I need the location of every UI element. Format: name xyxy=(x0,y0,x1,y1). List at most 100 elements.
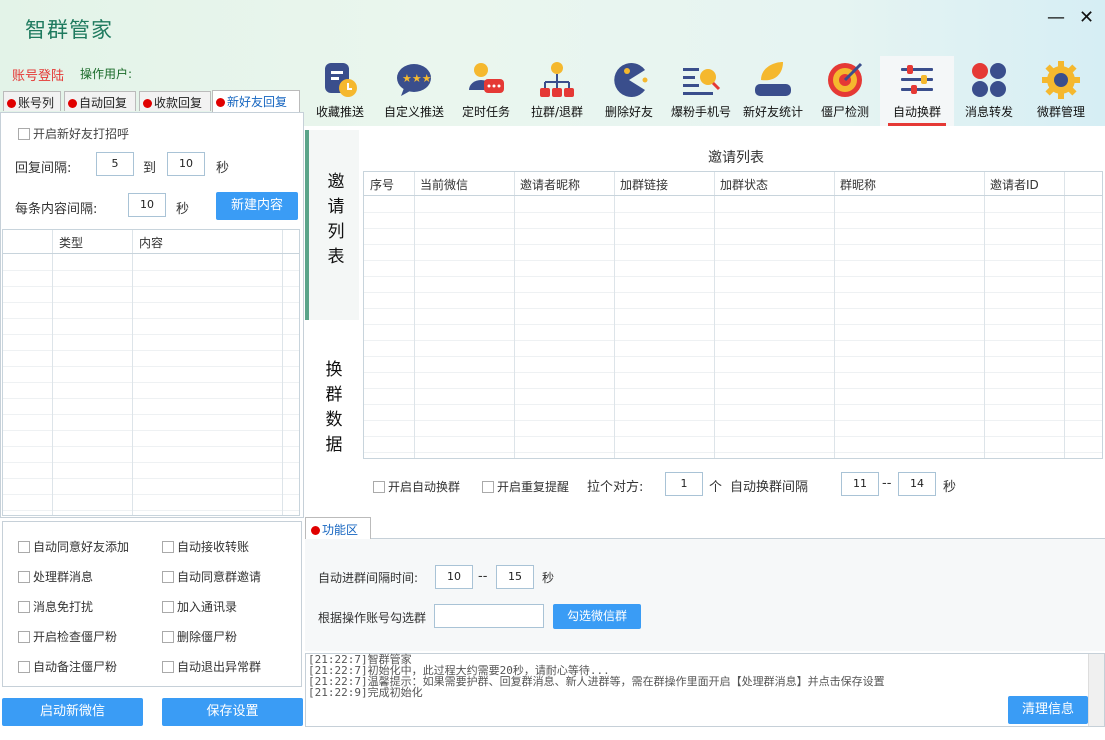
side-label-invite: 邀请列表 xyxy=(323,172,344,272)
nav-button-3[interactable]: 拉群/退群 xyxy=(520,56,594,126)
nav-button-7[interactable]: 僵尸检测 xyxy=(808,56,882,126)
log-line: [21:22:7]温馨提示：如果需要护群、回复群消息、新人进群等，需在群操作里面… xyxy=(308,675,885,688)
switch-interval-min-input[interactable]: 11 xyxy=(841,472,879,496)
switch-interval-label: 自动换群间隔 xyxy=(730,480,809,495)
switch-interval-max-input[interactable]: 14 xyxy=(898,472,936,496)
table-header: 类型 内容 xyxy=(3,230,299,254)
nav-button-1[interactable]: ★★★ 自定义推送 xyxy=(377,56,451,126)
nav-button-5[interactable]: 爆粉手机号 xyxy=(664,56,738,126)
nav-label: 拉群/退群 xyxy=(530,105,584,119)
nav-label: 消息转发 xyxy=(964,105,1013,119)
option-checkbox-2-0[interactable]: 消息免打扰 xyxy=(18,598,93,615)
nav-button-10[interactable]: 微群管理 xyxy=(1024,56,1098,126)
dash-label: -- xyxy=(882,476,892,491)
red-dot-icon xyxy=(143,99,152,108)
log-line: [21:22:9]完成初始化 xyxy=(308,686,423,699)
content-interval-input[interactable]: 10 xyxy=(128,193,166,217)
option-checkbox-1-0[interactable]: 处理群消息 xyxy=(18,568,93,585)
checkbox-label: 自动退出异常群 xyxy=(177,660,262,674)
checkbox-label: 开启自动换群 xyxy=(388,480,461,494)
pacman-icon xyxy=(609,60,649,100)
select-by-account-input[interactable] xyxy=(434,604,544,628)
red-dot-icon xyxy=(68,99,77,108)
content-table: 类型 内容 xyxy=(2,229,300,516)
tab-function-area[interactable]: 功能区 xyxy=(305,517,371,539)
operator-user-label: 操作用户: xyxy=(80,67,133,81)
join-interval-max-input[interactable]: 15 xyxy=(496,565,534,589)
auto-switch-checkbox[interactable]: 开启自动换群 xyxy=(373,478,460,495)
checkbox-label: 开启检查僵尸粉 xyxy=(33,630,118,644)
invite-table-header: 序号 当前微信 邀请者昵称 加群链接 加群状态 群昵称 邀请者ID xyxy=(364,172,1102,196)
reply-interval-min-input[interactable]: 5 xyxy=(96,152,134,176)
option-checkbox-3-0[interactable]: 开启检查僵尸粉 xyxy=(18,628,117,645)
target-icon xyxy=(825,60,865,100)
log-area[interactable]: [21:22:7]智群管家 [21:22:7]初始化中，此过程大约需要20秒，请耐… xyxy=(305,653,1105,727)
option-checkbox-1-1[interactable]: 自动同意群邀请 xyxy=(162,568,261,585)
tab-payment-reply[interactable]: 收款回复 xyxy=(139,91,211,111)
new-content-button[interactable]: 新建内容 xyxy=(216,192,298,220)
reply-interval-max-input[interactable]: 10 xyxy=(167,152,205,176)
repeat-remind-checkbox[interactable]: 开启重复提醒 xyxy=(482,478,569,495)
col-current-wechat: 当前微信 xyxy=(420,178,469,192)
nav-button-0[interactable]: 收藏推送 xyxy=(303,56,377,126)
pull-count-label: 拉个对方: xyxy=(587,480,644,495)
checkbox-box xyxy=(482,481,494,493)
side-tab-switch-data[interactable]: 换群数据 xyxy=(305,320,359,510)
nav-button-2[interactable]: 定时任务 xyxy=(449,56,523,126)
pull-count-input[interactable]: 1 xyxy=(665,472,703,496)
pull-unit-label: 个 xyxy=(709,480,723,495)
log-scrollbar[interactable] xyxy=(1088,654,1104,726)
svg-text:★★★: ★★★ xyxy=(402,72,432,85)
leaf-stats-icon xyxy=(753,60,793,100)
minimize-button[interactable]: — xyxy=(1047,9,1065,27)
to-label: 到 xyxy=(143,161,157,176)
checkbox-box xyxy=(373,481,385,493)
checkbox-box xyxy=(162,601,174,613)
side-tab-invite-list[interactable]: 邀请列表 xyxy=(305,130,359,320)
org-chart-icon xyxy=(537,60,577,100)
start-wechat-button[interactable]: 启动新微信 xyxy=(2,698,143,726)
nav-button-6[interactable]: 新好友统计 xyxy=(736,56,810,126)
seconds-label-2: 秒 xyxy=(176,202,190,217)
tab-label: 账号列 xyxy=(18,96,55,110)
save-settings-button[interactable]: 保存设置 xyxy=(162,698,303,726)
nav-label: 僵尸检测 xyxy=(820,105,869,119)
tab-label: 收款回复 xyxy=(154,96,203,110)
tab-auto-reply[interactable]: 自动回复 xyxy=(64,91,136,111)
checkbox-label: 消息免打扰 xyxy=(33,600,94,614)
tab-label: 自动回复 xyxy=(79,96,128,110)
greeting-enable-checkbox[interactable]: 开启新好友打招呼 xyxy=(18,125,129,142)
tab-account-list[interactable]: 账号列 xyxy=(3,91,61,111)
nav-button-4[interactable]: 删除好友 xyxy=(592,56,666,126)
checkbox-box xyxy=(162,661,174,673)
tab-label: 新好友回复 xyxy=(227,95,288,109)
col-type: 类型 xyxy=(59,236,84,250)
clear-log-button[interactable]: 清理信息 xyxy=(1008,696,1088,724)
option-checkbox-2-1[interactable]: 加入通讯录 xyxy=(162,598,237,615)
option-checkbox-0-0[interactable]: 自动同意好友添加 xyxy=(18,538,129,555)
checkbox-box xyxy=(18,601,30,613)
option-checkbox-3-1[interactable]: 删除僵尸粉 xyxy=(162,628,237,645)
nav-button-9[interactable]: 消息转发 xyxy=(952,56,1026,126)
list-search-icon xyxy=(681,60,721,100)
col-join-status: 加群状态 xyxy=(720,178,769,192)
invite-table: 序号 当前微信 邀请者昵称 加群链接 加群状态 群昵称 邀请者ID xyxy=(363,171,1103,459)
checkbox-label: 自动备注僵尸粉 xyxy=(33,660,118,674)
checkbox-label: 开启新好友打招呼 xyxy=(33,127,130,141)
red-dot-icon xyxy=(7,99,16,108)
seconds-label-3: 秒 xyxy=(943,480,957,495)
col-group-nickname: 群昵称 xyxy=(840,178,877,192)
checkbox-box xyxy=(162,631,174,643)
app-title: 智群管家 xyxy=(25,18,113,42)
tab-new-friend-reply[interactable]: 新好友回复 xyxy=(212,90,300,112)
close-button[interactable]: ✕ xyxy=(1079,9,1094,27)
col-join-link: 加群链接 xyxy=(620,178,669,192)
option-checkbox-0-1[interactable]: 自动接收转账 xyxy=(162,538,249,555)
nav-button-8[interactable]: 自动换群 xyxy=(880,56,954,126)
join-interval-min-input[interactable]: 10 xyxy=(435,565,473,589)
select-wechat-group-button[interactable]: 勾选微信群 xyxy=(553,604,641,629)
option-checkbox-4-1[interactable]: 自动退出异常群 xyxy=(162,658,261,675)
option-checkbox-4-0[interactable]: 自动备注僵尸粉 xyxy=(18,658,117,675)
join-interval-label: 自动进群间隔时间: xyxy=(318,571,419,585)
account-login-link[interactable]: 账号登陆 xyxy=(12,65,64,84)
